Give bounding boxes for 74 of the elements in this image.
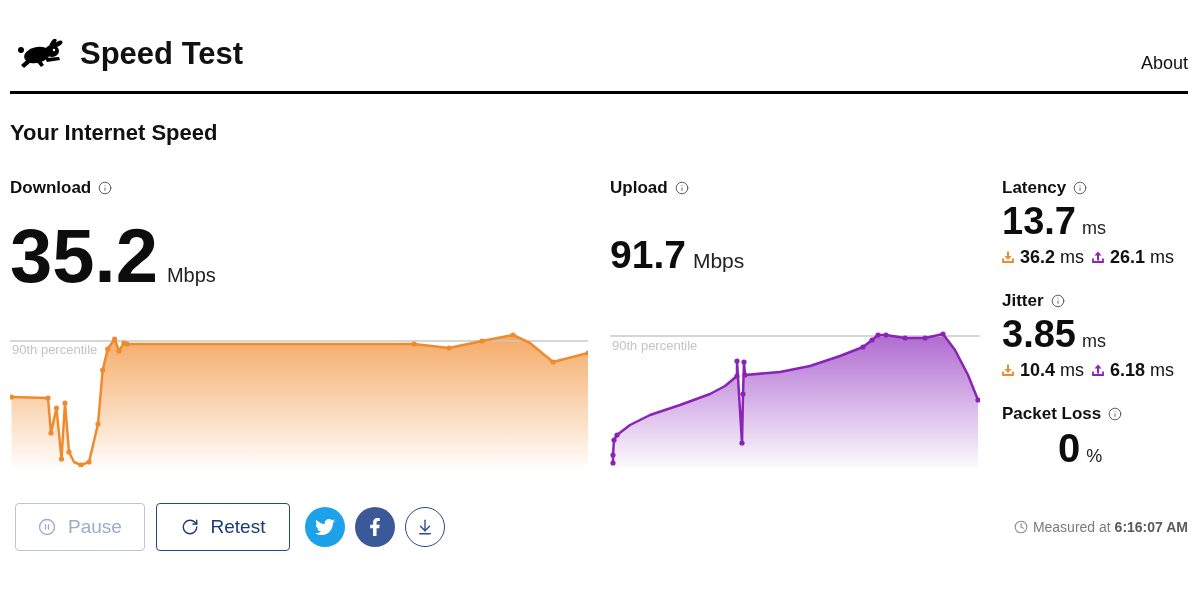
data-point	[610, 452, 616, 458]
stat-unit: ms	[1081, 219, 1106, 237]
upload-icon	[1092, 251, 1105, 263]
data-point	[860, 344, 866, 350]
app-title: Speed Test	[80, 36, 244, 72]
data-point	[116, 348, 122, 354]
stat-label: Latency	[1002, 178, 1067, 198]
data-point	[86, 459, 92, 465]
upload-icon	[1092, 364, 1105, 376]
breakdown-value: 6.18 ms	[1110, 360, 1175, 380]
speed-label: Download	[10, 178, 92, 198]
data-point	[95, 421, 101, 427]
info-icon	[1073, 181, 1088, 195]
speed-value: 91.7	[610, 235, 686, 274]
info-icon	[1050, 294, 1065, 308]
data-point	[739, 440, 745, 446]
breakdown-value: 10.4 ms	[1020, 360, 1085, 380]
data-point	[610, 460, 616, 466]
percentile-label: 90th percentile	[612, 338, 698, 353]
data-point	[411, 341, 417, 347]
rabbit-icon	[15, 39, 65, 69]
about-link[interactable]: About	[1140, 52, 1188, 74]
retest-button[interactable]: Retest	[156, 503, 290, 551]
data-point	[53, 405, 60, 411]
breakdown-value: 26.1 ms	[1110, 247, 1175, 267]
data-point	[510, 332, 516, 338]
data-point	[902, 335, 908, 341]
download-button[interactable]	[405, 507, 445, 547]
stat-label: Packet Loss	[1002, 404, 1102, 424]
stat-unit: %	[1086, 447, 1103, 465]
download-icon	[416, 518, 434, 536]
breakdown-value: 36.2 ms	[1020, 247, 1085, 267]
section-heading: Your Internet Speed	[10, 120, 219, 146]
bird-icon	[315, 517, 335, 537]
speed-unit: Mbps	[166, 265, 216, 285]
share-button[interactable]	[305, 507, 345, 547]
speed-label: Upload	[610, 178, 668, 198]
data-point	[585, 350, 588, 356]
clock-icon	[1013, 520, 1028, 534]
info-icon	[98, 181, 113, 195]
data-point	[100, 367, 106, 373]
stat-label: Jitter	[1002, 291, 1044, 311]
refresh-icon	[180, 518, 199, 536]
data-point	[62, 400, 68, 406]
data-point	[550, 359, 556, 365]
percentile-label: 90th percentile	[12, 342, 98, 357]
download-icon	[1002, 251, 1014, 263]
data-point	[48, 430, 54, 436]
info-icon	[674, 181, 689, 195]
stat-value: 3.85	[1002, 315, 1076, 353]
speed-value: 35.2	[10, 218, 158, 294]
data-point	[883, 332, 889, 338]
measured-time: Measured at 6:16:07 AM	[1032, 519, 1188, 535]
data-point	[112, 336, 118, 342]
data-point	[975, 397, 980, 403]
data-point	[10, 394, 15, 400]
data-point	[740, 391, 746, 397]
pause-icon	[38, 518, 57, 536]
data-point	[479, 338, 485, 344]
data-point	[922, 335, 928, 341]
speed-unit: Mbps	[692, 250, 745, 271]
data-point	[742, 372, 748, 378]
data-point	[78, 462, 84, 467]
info-icon	[1108, 407, 1123, 421]
data-point	[940, 331, 946, 337]
stat-unit: ms	[1081, 332, 1106, 350]
data-point	[446, 345, 452, 351]
stat-value: 13.7	[1002, 202, 1076, 240]
data-point	[45, 395, 51, 401]
data-point	[105, 346, 111, 352]
stat-value: 0	[1058, 428, 1081, 468]
download-icon	[1002, 364, 1014, 376]
share-button[interactable]	[355, 507, 395, 547]
data-point	[734, 373, 740, 379]
